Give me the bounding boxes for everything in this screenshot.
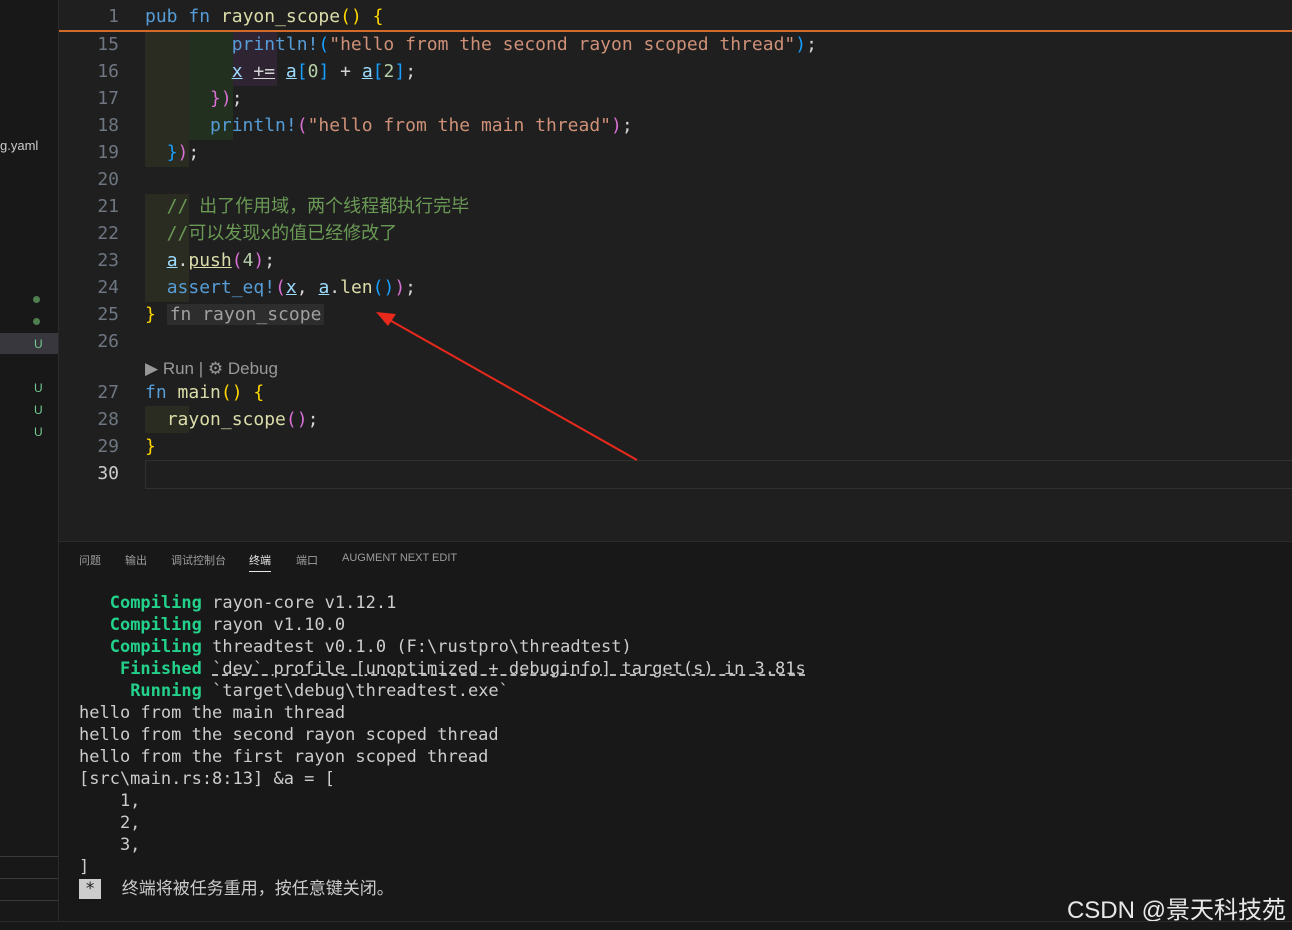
terminal-output[interactable]: Compiling rayon-core v1.12.1 Compiling r… [79,592,806,900]
terminal-line: 2, [79,813,141,833]
terminal-line: Running `target\debug\threadtest.exe` [130,681,509,701]
tab-terminal[interactable]: 终端 [249,552,271,572]
tab-output[interactable]: 输出 [125,552,147,568]
terminal-line: Compiling threadtest v0.1.0 (F:\rustpro\… [109,637,632,657]
bottom-panel: 问题 输出 调试控制台 终端 端口 AUGMENT NEXT EDIT Comp… [59,541,1292,922]
terminal-line: ] [79,857,90,877]
terminal-line: 3, [79,835,141,855]
terminal-line: * 终端将被任务重用，按任意键关闭。 [79,878,806,900]
terminal-line: Compiling rayon-core v1.12.1 [109,593,397,613]
tab-problems[interactable]: 问题 [79,552,101,568]
terminal-line: Finished `dev` profile [unoptimized + de… [119,659,806,679]
tab-augment-next-edit[interactable]: AUGMENT NEXT EDIT [342,552,457,564]
terminal-line: hello from the main thread [79,703,346,723]
terminal-line: hello from the second rayon scoped threa… [79,725,499,745]
tab-ports[interactable]: 端口 [296,552,318,568]
task-reuse-marker: * [79,879,102,899]
terminal-line: 1, [79,791,141,811]
terminal-line: hello from the first rayon scoped thread [79,747,489,767]
watermark: CSDN @景天科技苑 [1066,897,1286,924]
terminal-line: Compiling rayon v1.10.0 [109,615,346,635]
tab-debug-console[interactable]: 调试控制台 [171,552,226,568]
terminal-line: [src\main.rs:8:13] &a = [ [79,769,335,789]
